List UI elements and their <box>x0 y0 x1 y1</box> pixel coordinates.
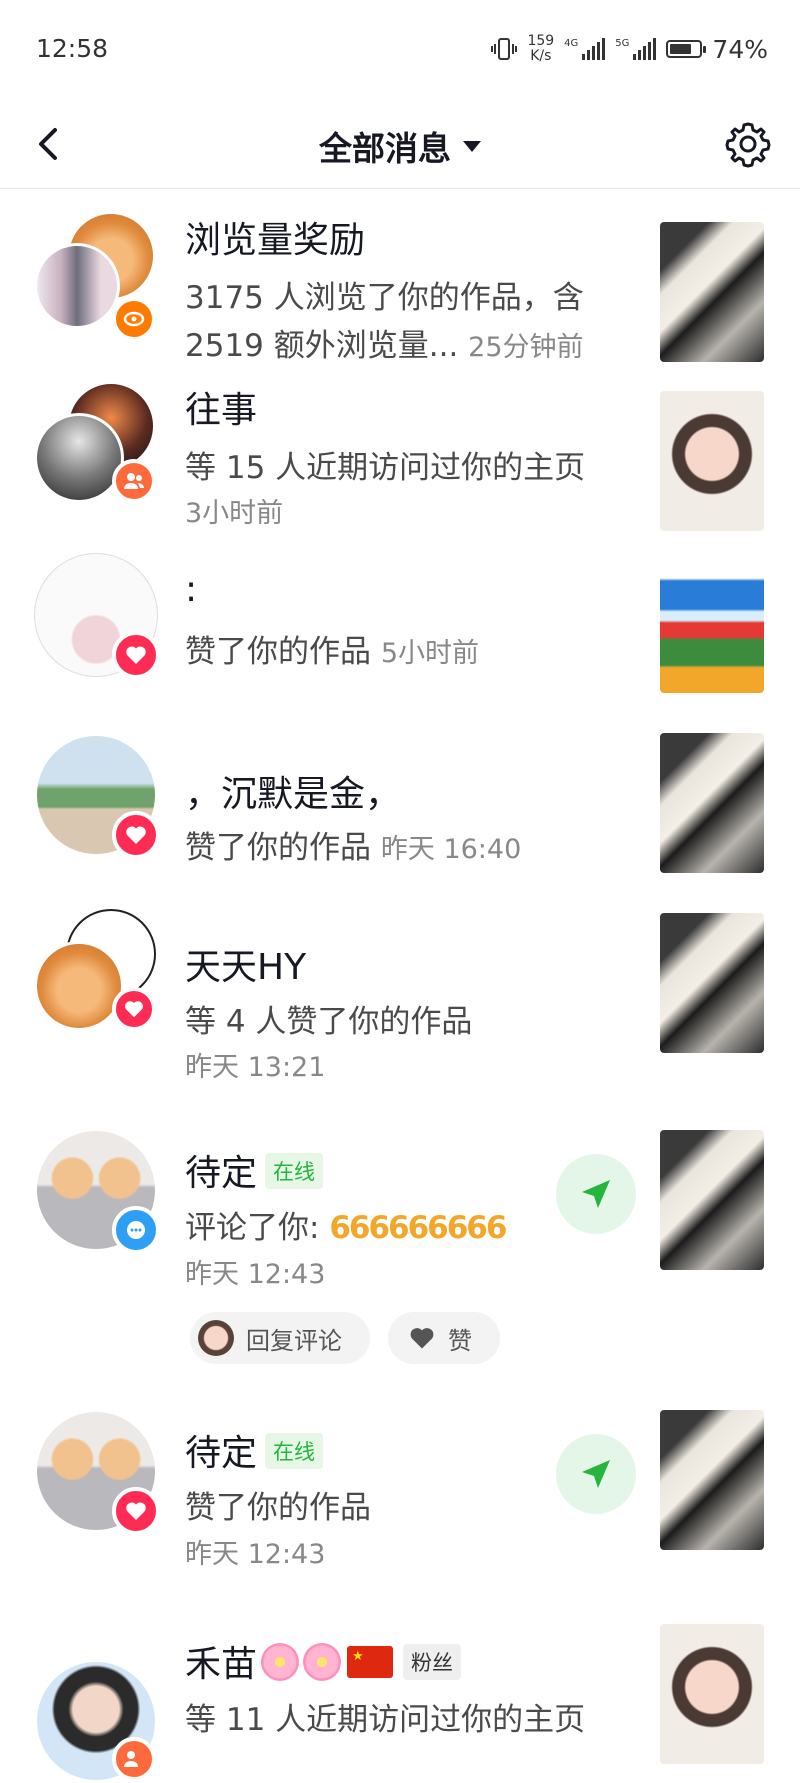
sender-name-row: 待定 在线 <box>185 1144 324 1196</box>
message-time: 昨天 12:43 <box>185 1539 326 1570</box>
message-time: 3小时前 <box>185 498 284 529</box>
avatar-group[interactable] <box>34 1128 160 1254</box>
post-thumbnail[interactable] <box>660 1410 764 1550</box>
avatar <box>34 243 120 329</box>
users-badge <box>112 459 156 503</box>
comment-badge <box>112 1206 160 1254</box>
heart-icon <box>125 1001 143 1018</box>
battery-percent: 74% <box>712 34 768 64</box>
avatar-group[interactable] <box>34 733 160 859</box>
avatar-group[interactable] <box>34 1659 158 1783</box>
comment-emoji: 666666666 <box>329 1210 507 1246</box>
heart-badge <box>112 811 160 859</box>
message-text: 3175 人浏览了你的作品，含 <box>185 280 584 316</box>
users-icon <box>124 1751 138 1767</box>
list-item[interactable]: 往事 等 15 人近期访问过你的主页 3小时前 <box>0 359 800 549</box>
avatar-group[interactable] <box>34 1409 160 1535</box>
status-bar: 12:58 159 K/s 4G 5G 74% <box>0 0 800 100</box>
users-badge <box>112 1737 156 1781</box>
heart-badge <box>112 1487 160 1535</box>
heart-icon <box>126 646 146 664</box>
sender-name-row: 禾苗粉丝 <box>185 1635 462 1687</box>
status-icons: 159 K/s 4G 5G 74% <box>491 34 768 64</box>
post-thumbnail[interactable] <box>660 733 764 873</box>
message-text: 赞了你的作品 <box>185 1490 371 1526</box>
gear-icon[interactable] <box>724 120 772 168</box>
list-item[interactable]: 禾苗粉丝 等 11 人近期访问过你的主页 <box>0 1619 800 1783</box>
net-speed: 159 K/s <box>527 33 555 64</box>
post-thumbnail[interactable] <box>660 1624 764 1764</box>
send-icon <box>582 1180 610 1208</box>
list-item[interactable]: 待定 在线 评论了你: 666666666 昨天 12:43 回复评论 赞 <box>0 1124 800 1404</box>
post-thumbnail[interactable] <box>660 913 764 1053</box>
fan-badge: 粉丝 <box>403 1644 462 1680</box>
vibrate-icon <box>491 38 518 60</box>
heart-badge <box>112 631 160 679</box>
online-badge: 在线 <box>265 1153 324 1189</box>
caret-down-icon <box>463 141 481 152</box>
eye-icon <box>123 311 145 327</box>
battery-icon <box>666 40 707 58</box>
heart-icon <box>126 1502 146 1520</box>
like-button[interactable]: 赞 <box>388 1312 500 1364</box>
message-text-line: 赞了你的作品 5小时前 <box>185 634 480 670</box>
header: 全部消息 <box>0 100 800 189</box>
list-item[interactable]: ，沉默是金， 赞了你的作品 昨天 16:40 <box>0 729 800 909</box>
online-badge: 在线 <box>265 1433 324 1469</box>
list-item[interactable]: 浏览量奖励 3175 人浏览了你的作品，含 2519 额外浏览量... 25分钟… <box>0 189 800 364</box>
signal-icon-sim2: 5G <box>615 38 657 60</box>
message-text: 等 15 人近期访问过你的主页 <box>185 450 586 486</box>
cherry-blossom-icon <box>303 1643 342 1681</box>
message-text: 等 4 人赞了你的作品 <box>185 1004 473 1040</box>
sender-name: 往事 <box>185 390 258 431</box>
eye-badge <box>112 297 156 341</box>
users-icon <box>124 473 144 489</box>
share-button[interactable] <box>556 1434 636 1514</box>
signal-icon-sim1: 4G <box>564 38 606 60</box>
reply-comment-button[interactable]: 回复评论 <box>190 1312 370 1364</box>
comment-icon <box>127 1221 145 1239</box>
sender-name: 浏览量奖励 <box>185 220 366 261</box>
heart-icon <box>410 1328 434 1349</box>
post-thumbnail[interactable] <box>660 553 764 693</box>
cherry-blossom-icon <box>261 1643 300 1681</box>
message-time: 5小时前 <box>380 638 480 669</box>
page-title: 全部消息 <box>319 129 451 168</box>
sender-name-row: 待定 在线 <box>185 1424 324 1476</box>
message-time: 昨天 12:43 <box>185 1259 326 1290</box>
list-item[interactable]: 待定 在线 赞了你的作品 昨天 12:43 <box>0 1404 800 1619</box>
list-item[interactable]: 天天HY 等 4 人赞了你的作品 昨天 13:21 <box>0 909 800 1124</box>
sender-name: 天天HY <box>185 947 307 988</box>
message-text-line: 评论了你: 666666666 <box>185 1210 507 1246</box>
avatar-group[interactable] <box>34 909 158 1033</box>
avatar <box>34 413 124 503</box>
message-filter-dropdown[interactable]: 全部消息 <box>0 122 800 170</box>
post-thumbnail[interactable] <box>660 1130 764 1270</box>
send-icon <box>582 1460 610 1488</box>
share-button[interactable] <box>556 1154 636 1234</box>
heart-icon <box>126 826 146 844</box>
avatar <box>198 1320 234 1356</box>
avatar-group[interactable] <box>34 553 160 679</box>
list-item[interactable]: : 赞了你的作品 5小时前 <box>0 549 800 729</box>
avatar-group[interactable] <box>34 381 158 505</box>
message-text: 等 11 人近期访问过你的主页 <box>185 1702 586 1738</box>
post-thumbnail[interactable] <box>660 222 764 362</box>
message-text-line: 赞了你的作品 昨天 16:40 <box>185 830 522 866</box>
china-flag-icon <box>347 1646 394 1678</box>
post-thumbnail[interactable] <box>660 391 764 531</box>
heart-badge <box>112 987 156 1031</box>
message-time: 昨天 13:21 <box>185 1052 326 1083</box>
avatar-group[interactable] <box>34 211 158 341</box>
message-time: 昨天 16:40 <box>380 834 522 865</box>
sender-name: : <box>185 569 198 610</box>
avatar <box>34 941 124 1031</box>
sender-name: ，沉默是金， <box>185 774 402 815</box>
status-time: 12:58 <box>36 34 109 63</box>
